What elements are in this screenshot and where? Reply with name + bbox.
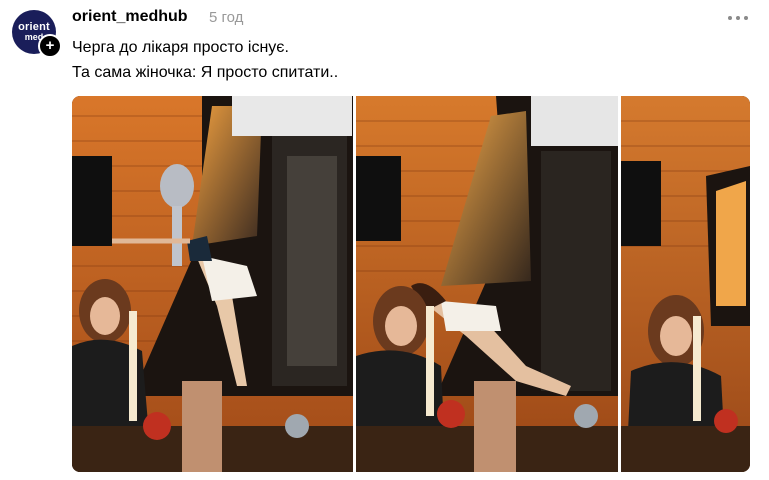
caption-line-1: Черга до лікаря просто існує. bbox=[72, 39, 289, 56]
timestamp[interactable]: 5 год bbox=[209, 9, 243, 26]
post: orient med + orient_medhub 5 год Черга д… bbox=[0, 0, 769, 480]
photo-frame-3[interactable] bbox=[621, 96, 750, 472]
username[interactable]: orient_medhub bbox=[72, 8, 188, 26]
media-carousel[interactable] bbox=[72, 96, 750, 472]
more-horizontal-icon[interactable] bbox=[724, 10, 752, 26]
photo-frame-2[interactable] bbox=[356, 96, 618, 472]
follow-plus-icon[interactable]: + bbox=[38, 34, 62, 58]
caption-line-2: Та сама жіночка: Я просто спитати.. bbox=[72, 64, 339, 81]
photo-frame-1[interactable] bbox=[72, 96, 353, 472]
